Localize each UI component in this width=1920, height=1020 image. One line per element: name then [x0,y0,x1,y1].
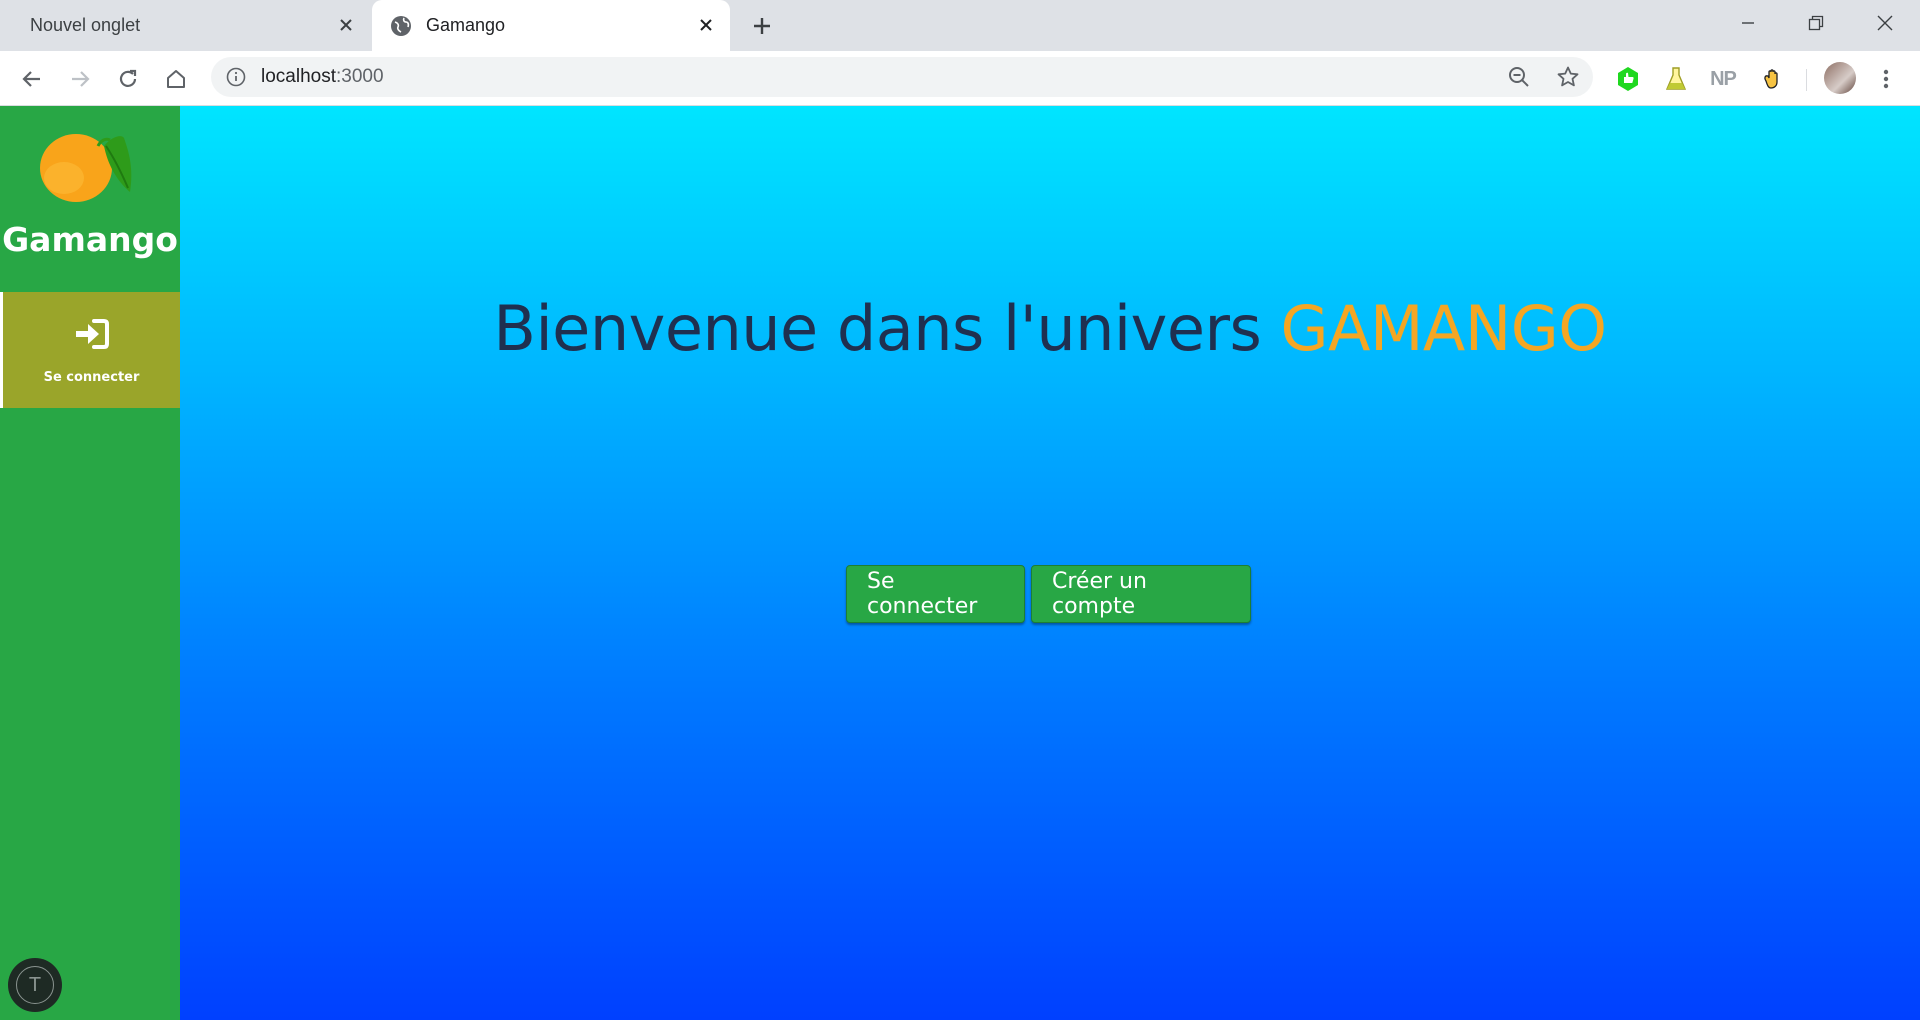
brand-name: Gamango [2,220,178,259]
home-button[interactable] [162,65,190,93]
star-icon[interactable] [1556,65,1580,93]
address-bar[interactable]: localhost:3000 [211,57,1593,97]
sidebar: Gamango Se connecter T [0,106,180,1020]
arrow-left-icon [22,71,40,87]
browser-toolbar: localhost:3000 NP [0,51,1920,106]
tab-gamango[interactable]: Gamango [372,0,730,51]
restore-button[interactable] [1793,8,1839,38]
globe-icon [390,15,412,37]
minimize-button[interactable] [1725,8,1771,38]
flask-extension-icon[interactable] [1661,64,1691,94]
more-vert-icon [1883,69,1889,89]
zoom-out-icon[interactable] [1508,66,1530,92]
sidebar-item-label: Se connecter [43,370,140,385]
logo-area[interactable]: Gamango [0,106,180,292]
cta-buttons: Se connecter Créer un compte [846,565,1251,623]
user-initial: T [16,966,54,1004]
new-tab-button[interactable] [748,12,776,40]
reload-button[interactable] [114,65,142,93]
window-close-button[interactable] [1862,8,1908,38]
user-avatar-button[interactable]: T [8,958,62,1012]
tab-nouvel-onglet[interactable]: Nouvel onglet [0,0,370,51]
login-button[interactable]: Se connecter [846,565,1025,623]
tab-title: Nouvel onglet [30,15,141,35]
np-extension-label: NP [1710,67,1737,90]
close-icon[interactable] [696,15,716,35]
menu-button[interactable] [1872,65,1900,93]
browser-tab-strip: Nouvel onglet Gamango [0,0,1920,51]
home-icon [167,70,185,88]
forward-button[interactable] [66,65,94,93]
create-account-button[interactable]: Créer un compte [1031,565,1251,623]
info-icon[interactable] [226,67,246,91]
green-extension-icon[interactable] [1613,64,1643,94]
np-extension[interactable]: NP [1708,64,1738,94]
page-content: Gamango Se connecter T Bienvenue dans l'… [0,106,1920,1020]
plus-icon [754,18,770,34]
sign-in-icon [76,319,109,349]
main-hero: Bienvenue dans l'univers GAMANGO Se conn… [180,106,1920,1020]
close-icon[interactable] [336,15,356,35]
title-accent: GAMANGO [1280,292,1607,365]
page-title: Bienvenue dans l'univers GAMANGO [180,292,1920,365]
url-text: localhost:3000 [261,66,384,88]
title-prefix: Bienvenue dans l'univers [493,292,1262,365]
minimize-icon [1742,22,1754,24]
url-port: :3000 [336,66,384,87]
arrow-right-icon [72,71,90,87]
toolbar-divider [1806,69,1807,91]
close-icon [1877,15,1893,31]
reload-icon [119,69,137,87]
tab-title: Gamango [426,15,506,35]
hand-extension-icon[interactable] [1757,64,1787,94]
sidebar-item-se-connecter[interactable]: Se connecter [0,292,180,408]
back-button[interactable] [18,65,46,93]
restore-icon [1808,15,1824,31]
avatar[interactable] [1824,62,1856,94]
url-host: localhost [261,66,336,87]
mango-logo [40,134,132,202]
